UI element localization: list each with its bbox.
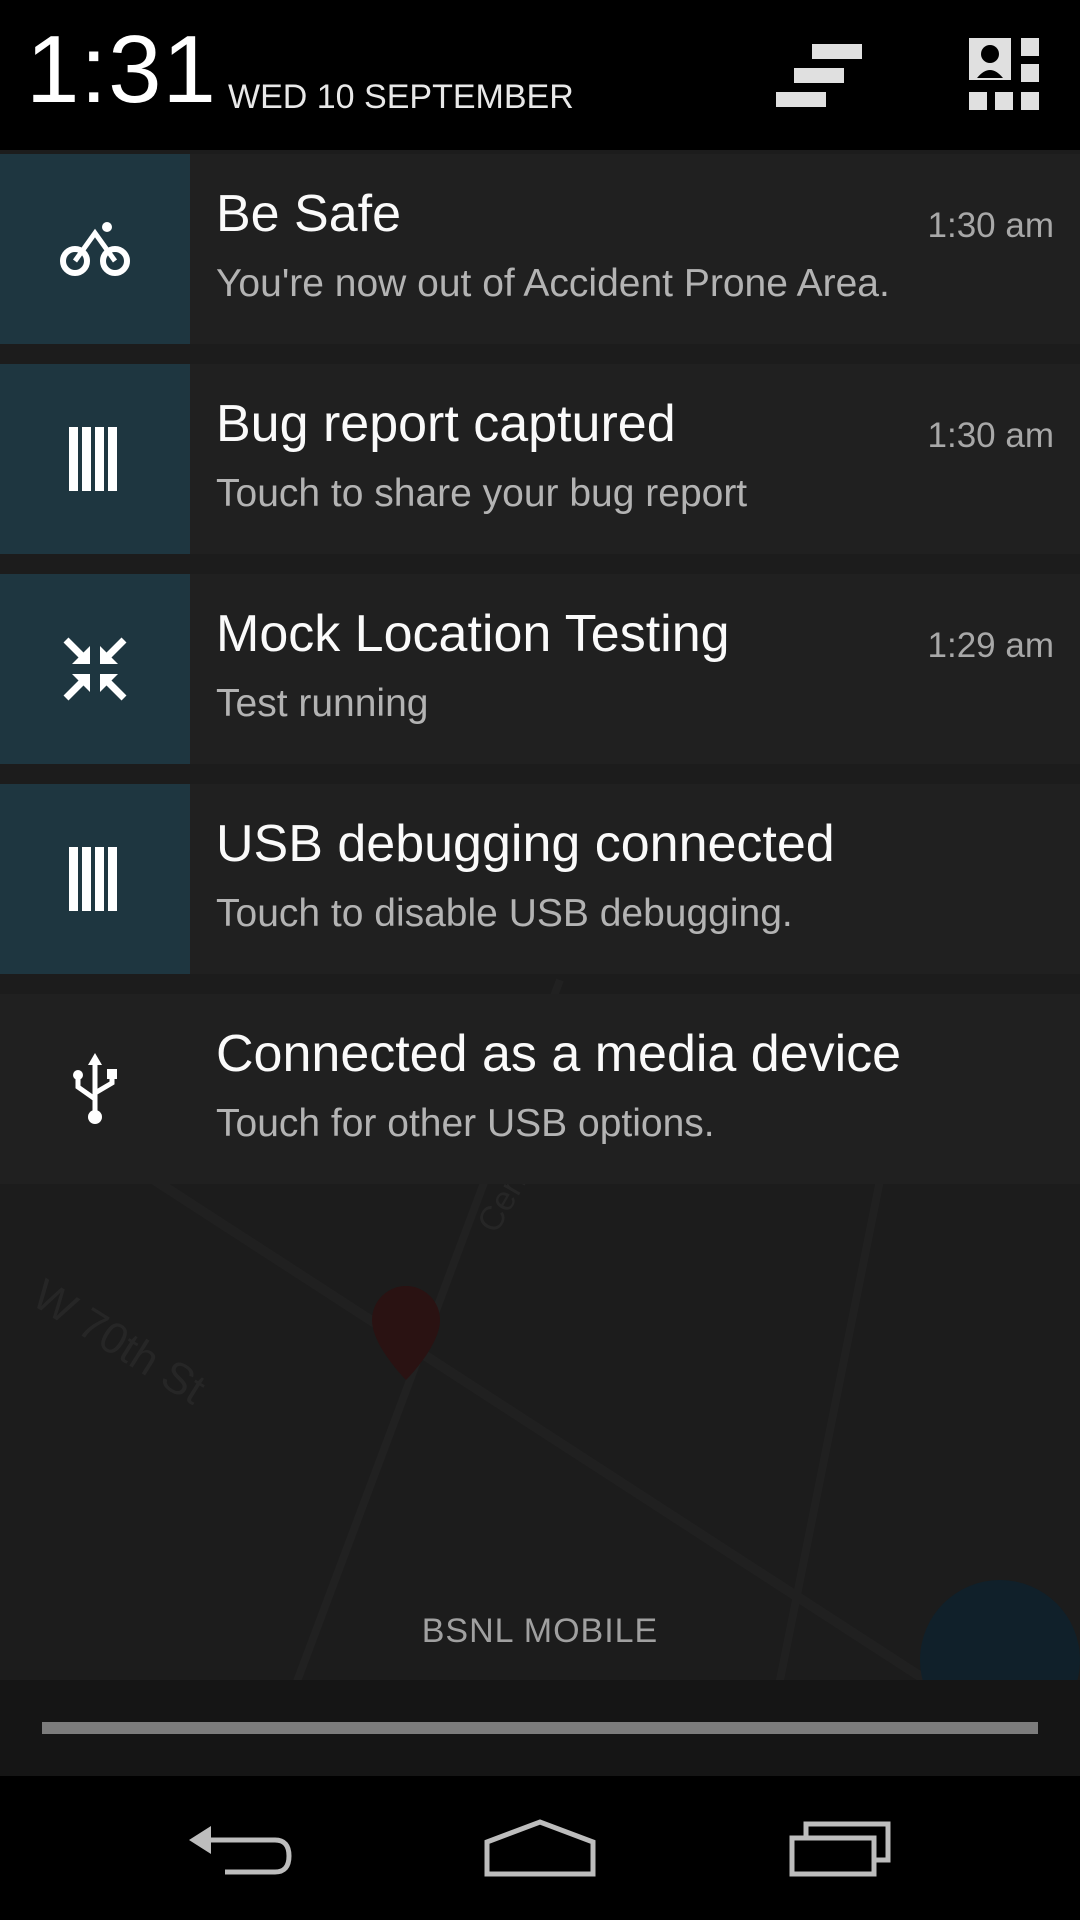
notification-title: Be Safe xyxy=(216,185,402,243)
notification-title: Connected as a media device xyxy=(216,1025,902,1083)
home-button[interactable] xyxy=(440,1776,640,1920)
notification-icon-box xyxy=(0,574,190,764)
map-pin-icon xyxy=(372,1286,440,1380)
notification-icon-box xyxy=(0,784,190,974)
clear-all-button[interactable] xyxy=(765,24,875,124)
recent-apps-icon xyxy=(789,1821,891,1877)
notification-title: Bug report captured xyxy=(216,395,676,453)
bug-report-icon xyxy=(69,427,117,491)
quick-settings-icon xyxy=(969,38,1039,110)
notification-text: You're now out of Accident Prone Area. xyxy=(216,262,890,305)
back-icon xyxy=(189,1826,292,1875)
recent-apps-button[interactable] xyxy=(740,1776,940,1920)
notification-title: USB debugging connected xyxy=(216,815,835,873)
clear-all-icon xyxy=(776,44,862,107)
clock: 1:31 xyxy=(26,16,217,123)
notification-text: Test running xyxy=(216,682,429,725)
notification-header: 1:31 WED 10 SEPTEMBER xyxy=(0,0,1080,150)
notification-media-device[interactable]: Connected as a media device Touch for ot… xyxy=(0,994,1080,1184)
carrier-label: BSNL MOBILE xyxy=(421,1612,659,1650)
notification-text: Touch to share your bug report xyxy=(216,472,748,515)
notification-time: 1:30 am xyxy=(927,416,1054,455)
usb-icon xyxy=(73,1053,117,1124)
bicycle-icon xyxy=(60,222,130,276)
navigation-bar xyxy=(0,1776,1080,1920)
notification-be-safe[interactable]: Be Safe You're now out of Accident Prone… xyxy=(0,154,1080,344)
notification-icon-box xyxy=(0,364,190,554)
shade-drag-handle[interactable] xyxy=(42,1722,1038,1734)
notification-icon-box xyxy=(0,154,190,344)
compress-arrows-icon xyxy=(63,637,127,701)
notification-time: 1:30 am xyxy=(927,206,1054,245)
notification-bug-report[interactable]: Bug report captured Touch to share your … xyxy=(0,364,1080,554)
usb-debugging-icon xyxy=(69,847,117,911)
back-button[interactable] xyxy=(140,1776,340,1920)
notification-text: Touch to disable USB debugging. xyxy=(216,892,793,935)
notification-title: Mock Location Testing xyxy=(216,605,730,663)
notification-mock-location[interactable]: Mock Location Testing Test running 1:29 … xyxy=(0,574,1080,764)
home-icon xyxy=(484,1819,596,1877)
notification-time: 1:29 am xyxy=(927,626,1054,665)
notification-icon-box xyxy=(0,994,190,1184)
notification-text: Touch for other USB options. xyxy=(216,1102,715,1145)
notification-usb-debugging[interactable]: USB debugging connected Touch to disable… xyxy=(0,784,1080,974)
date: WED 10 SEPTEMBER xyxy=(228,78,574,116)
quick-settings-button[interactable] xyxy=(950,24,1060,124)
